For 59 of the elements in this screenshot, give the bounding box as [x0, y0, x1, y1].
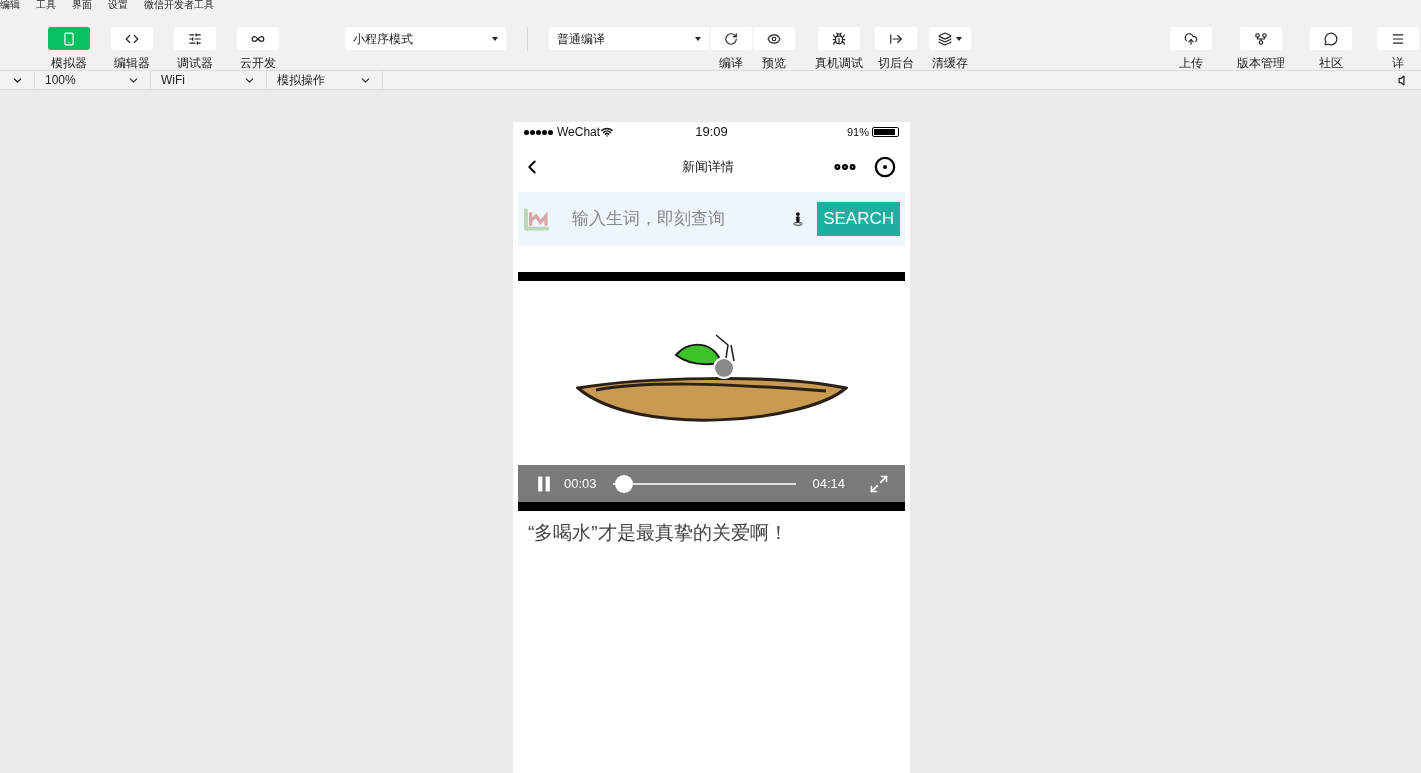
toolbar-button[interactable] — [237, 27, 279, 50]
sliders-icon — [188, 31, 202, 46]
duration: 04:14 — [812, 474, 845, 493]
caret-icon — [492, 36, 498, 41]
nav-title: 新闻详情 — [680, 158, 735, 177]
mode-dropdown[interactable]: 小程序模式 — [345, 27, 506, 50]
toolbar-label: 真机调试 — [815, 56, 863, 70]
wifi-icon — [601, 126, 614, 138]
fullscreen-icon[interactable] — [869, 473, 889, 494]
progress-thumb[interactable] — [614, 474, 633, 493]
menu-icon — [1391, 31, 1405, 46]
headline: “多喝水”才是最真挚的关爱啊！ — [528, 521, 789, 545]
caret-icon — [956, 36, 962, 41]
toolbar-label: 详 — [1392, 56, 1404, 70]
carrier-name: WeChat — [557, 124, 601, 141]
toolbar-label: 编辑器 — [114, 56, 150, 70]
toolbar-button[interactable] — [1310, 27, 1352, 50]
toolbar-button[interactable] — [753, 27, 795, 50]
toolbar-label: 云开发 — [240, 56, 276, 70]
menu-item[interactable]: 工具 — [36, 0, 56, 10]
toolbar-button[interactable] — [818, 27, 860, 50]
sim-dropdown[interactable]: WiFi — [151, 71, 267, 89]
branch-icon — [1254, 31, 1268, 46]
toolbar-button[interactable] — [710, 27, 752, 50]
menu-item[interactable]: 设置 — [108, 0, 128, 10]
toolbar-label: 社区 — [1319, 56, 1343, 70]
battery-percent: 91% — [846, 124, 869, 140]
chat-icon — [1324, 31, 1338, 46]
battery-icon — [872, 127, 899, 137]
caret-icon — [695, 36, 701, 41]
toolbar-label: 切后台 — [878, 56, 914, 70]
eye-icon — [767, 31, 781, 46]
toolbar-label: 上传 — [1179, 56, 1203, 70]
phone-icon — [62, 31, 76, 46]
bug-icon — [832, 31, 846, 46]
target-icon[interactable] — [874, 156, 896, 178]
toolbar-label: 编译 — [719, 56, 743, 70]
sim-dropdown[interactable]: 模拟操作 — [267, 71, 383, 89]
toolbar-label: 清缓存 — [932, 56, 968, 70]
layers-icon — [938, 31, 952, 46]
toolbar-label: 调试器 — [177, 56, 213, 70]
toolbar-label: 预览 — [762, 56, 786, 70]
sim-dropdown[interactable]: 100% — [35, 71, 151, 89]
toolbar-label: 模拟器 — [51, 56, 87, 70]
toolbar-button[interactable] — [929, 27, 971, 50]
cloud-upload-icon — [1184, 31, 1198, 46]
current-time: 00:03 — [564, 474, 597, 493]
toolbar-button[interactable] — [1170, 27, 1212, 50]
menu-item[interactable]: 界面 — [72, 0, 92, 10]
toolbar-button[interactable] — [174, 27, 216, 50]
signal-icon — [524, 129, 553, 135]
menu-item[interactable]: 微信开发者工具 — [144, 0, 214, 10]
compile-dropdown[interactable]: 普通编译 — [549, 27, 709, 50]
refresh-icon — [724, 31, 738, 46]
toolbar-label: 版本管理 — [1237, 56, 1285, 70]
menu-item[interactable]: 编辑 — [0, 0, 20, 10]
toolbar-button[interactable] — [1240, 27, 1282, 50]
arrow-right-icon — [889, 31, 903, 46]
status-time: 19:09 — [694, 123, 729, 142]
